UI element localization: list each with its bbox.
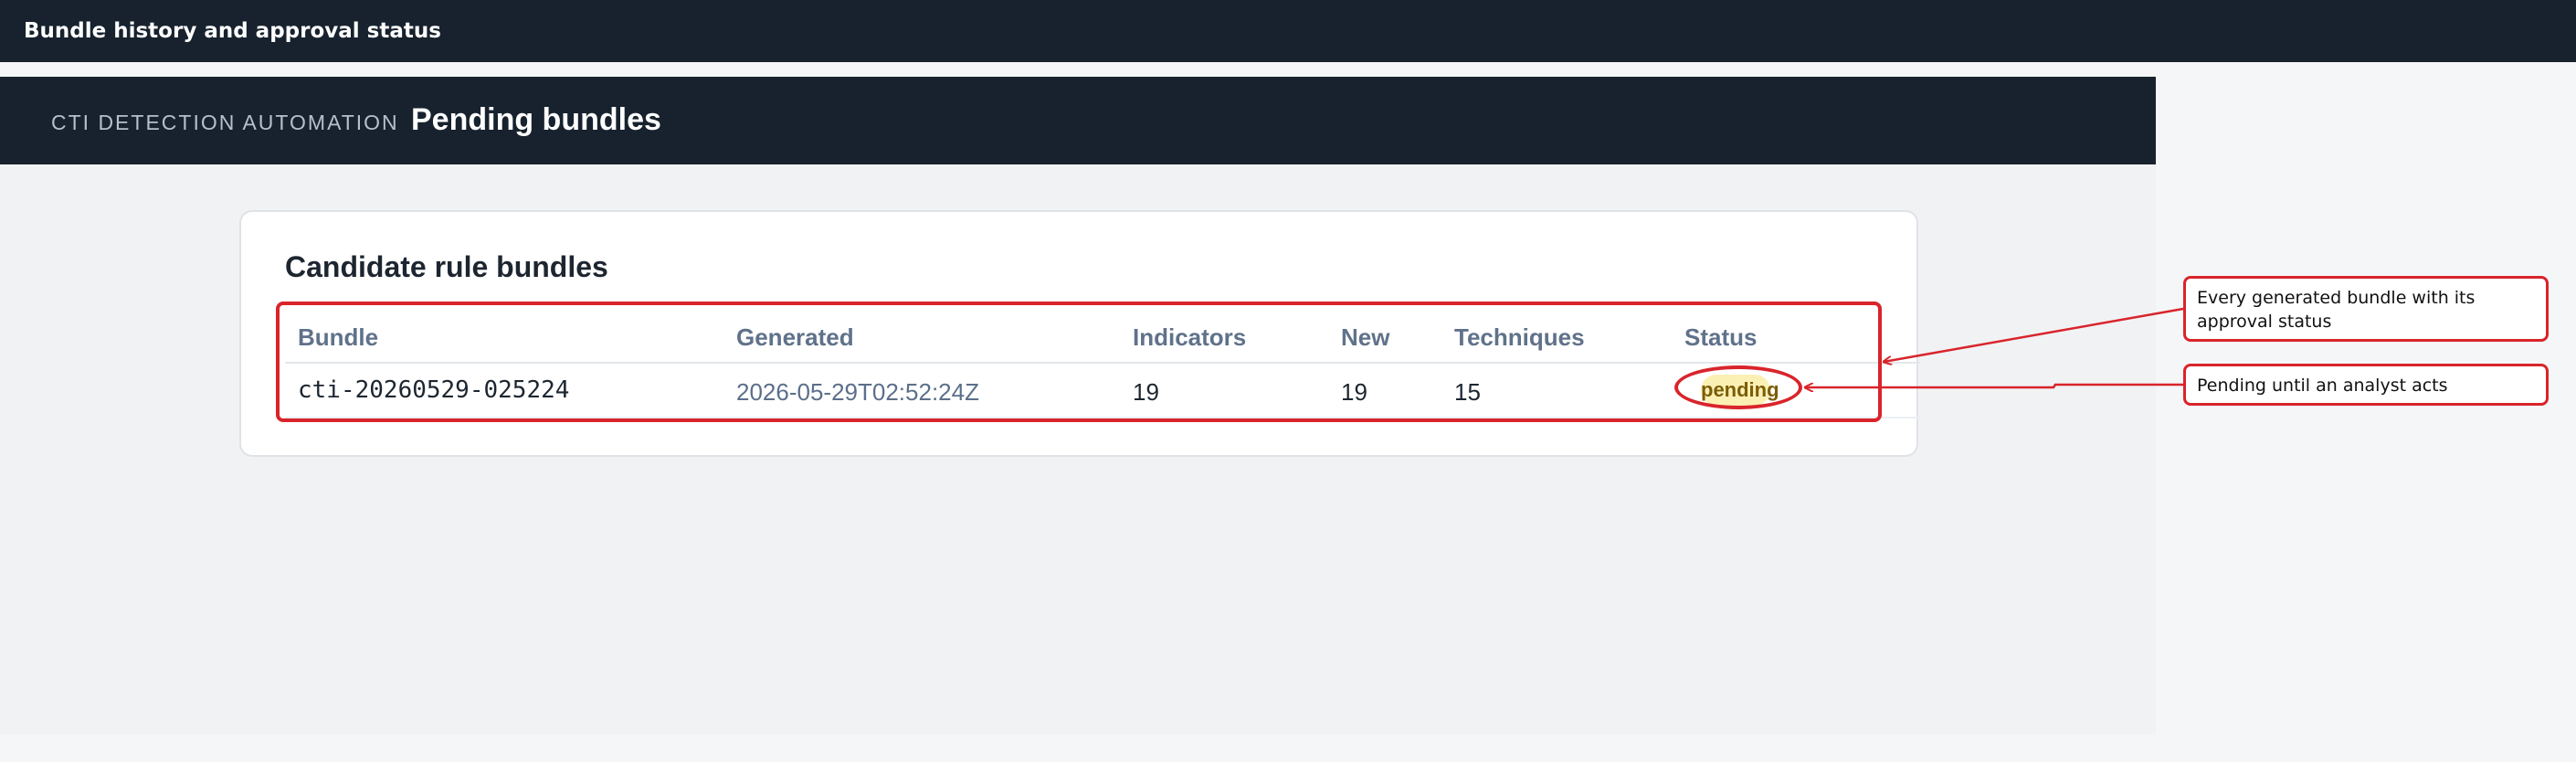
annotation-text-status: Pending until an analyst acts — [2197, 376, 2448, 396]
window-title-bar: Bundle history and approval status — [0, 0, 2576, 62]
annotation-note-table: Every generated bundle with its approval… — [2183, 276, 2549, 342]
page-title: Pending bundles — [411, 102, 661, 137]
brand-label[interactable]: CTI DETECTION AUTOMATION — [51, 111, 399, 135]
status-highlight-oval — [1674, 365, 1802, 409]
window-title: Bundle history and approval status — [24, 19, 441, 43]
annotation-text-table: Every generated bundle with its approval… — [2197, 288, 2476, 332]
card-title: Candidate rule bundles — [285, 250, 608, 283]
annotation-note-status: Pending until an analyst acts — [2183, 364, 2549, 406]
table-highlight-box — [276, 302, 1882, 422]
app-header: CTI DETECTION AUTOMATION Pending bundles — [0, 77, 2156, 164]
